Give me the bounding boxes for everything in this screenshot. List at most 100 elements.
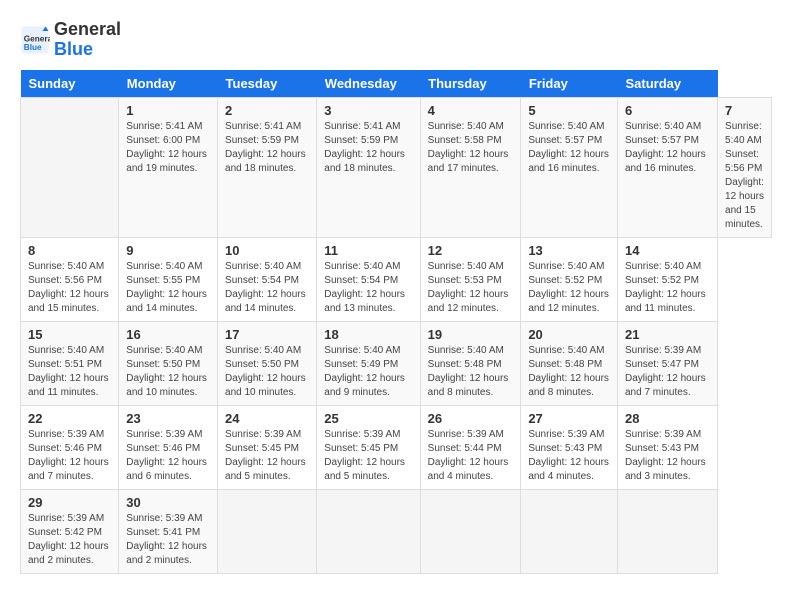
- calendar-week-row: 15 Sunrise: 5:40 AM Sunset: 5:51 PM Dayli…: [21, 321, 772, 405]
- calendar-cell: [521, 489, 618, 573]
- calendar-table: SundayMondayTuesdayWednesdayThursdayFrid…: [20, 70, 772, 574]
- day-number: 18: [324, 327, 412, 342]
- calendar-header-row: SundayMondayTuesdayWednesdayThursdayFrid…: [21, 70, 772, 98]
- day-number: 28: [625, 411, 710, 426]
- day-number: 23: [126, 411, 210, 426]
- day-number: 7: [725, 103, 764, 118]
- calendar-cell: 6Sunrise: 5:40 AM Sunset: 5:57 PM Daylig…: [618, 97, 718, 237]
- calendar-cell: 30 Sunrise: 5:39 AM Sunset: 5:41 PM Dayli…: [119, 489, 218, 573]
- weekday-header-sunday: Sunday: [21, 70, 119, 98]
- day-number: 1: [126, 103, 210, 118]
- calendar-week-row: 29 Sunrise: 5:39 AM Sunset: 5:42 PM Dayli…: [21, 489, 772, 573]
- svg-text:Blue: Blue: [24, 43, 42, 52]
- calendar-cell: 16Sunrise: 5:40 AM Sunset: 5:50 PM Dayli…: [119, 321, 218, 405]
- day-number: 19: [428, 327, 514, 342]
- day-number: 17: [225, 327, 309, 342]
- calendar-cell: 7 Sunrise: 5:40 AM Sunset: 5:56 PM Daylig…: [718, 97, 772, 237]
- day-info: Sunrise: 5:40 AM Sunset: 5:51 PM Dayligh…: [28, 344, 111, 400]
- calendar-cell: 2Sunrise: 5:41 AM Sunset: 5:59 PM Daylig…: [218, 97, 317, 237]
- calendar-cell: 17Sunrise: 5:40 AM Sunset: 5:50 PM Dayli…: [218, 321, 317, 405]
- calendar-cell: 19 Sunrise: 5:40 AM Sunset: 5:48 PM Dayli…: [420, 321, 521, 405]
- day-info: Sunrise: 5:40 AM Sunset: 5:52 PM Dayligh…: [625, 260, 710, 316]
- calendar-cell: 20 Sunrise: 5:40 AM Sunset: 5:48 PM Dayli…: [521, 321, 618, 405]
- day-number: 26: [428, 411, 514, 426]
- day-number: 5: [528, 103, 610, 118]
- weekday-header-tuesday: Tuesday: [218, 70, 317, 98]
- weekday-header-wednesday: Wednesday: [317, 70, 420, 98]
- calendar-cell: 15 Sunrise: 5:40 AM Sunset: 5:51 PM Dayli…: [21, 321, 119, 405]
- calendar-week-row: 8Sunrise: 5:40 AM Sunset: 5:56 PM Daylig…: [21, 237, 772, 321]
- weekday-header-monday: Monday: [119, 70, 218, 98]
- day-number: 27: [528, 411, 610, 426]
- calendar-cell: 29 Sunrise: 5:39 AM Sunset: 5:42 PM Dayli…: [21, 489, 119, 573]
- day-number: 13: [528, 243, 610, 258]
- day-info: Sunrise: 5:40 AM Sunset: 5:56 PM Dayligh…: [725, 120, 764, 232]
- day-number: 9: [126, 243, 210, 258]
- calendar-cell: 12Sunrise: 5:40 AM Sunset: 5:53 PM Dayli…: [420, 237, 521, 321]
- day-number: 10: [225, 243, 309, 258]
- calendar-cell: 13 Sunrise: 5:40 AM Sunset: 5:52 PM Dayli…: [521, 237, 618, 321]
- calendar-cell: 10 Sunrise: 5:40 AM Sunset: 5:54 PM Dayli…: [218, 237, 317, 321]
- day-number: 8: [28, 243, 111, 258]
- day-info: Sunrise: 5:40 AM Sunset: 5:54 PM Dayligh…: [324, 260, 412, 316]
- day-number: 21: [625, 327, 710, 342]
- calendar-cell: [420, 489, 521, 573]
- calendar-cell: 28 Sunrise: 5:39 AM Sunset: 5:43 PM Dayli…: [618, 405, 718, 489]
- calendar-cell: 8Sunrise: 5:40 AM Sunset: 5:56 PM Daylig…: [21, 237, 119, 321]
- day-number: 24: [225, 411, 309, 426]
- day-number: 16: [126, 327, 210, 342]
- calendar-cell: 4Sunrise: 5:40 AM Sunset: 5:58 PM Daylig…: [420, 97, 521, 237]
- day-info: Sunrise: 5:39 AM Sunset: 5:41 PM Dayligh…: [126, 512, 210, 568]
- calendar-cell: 3 Sunrise: 5:41 AM Sunset: 5:59 PM Daylig…: [317, 97, 420, 237]
- day-info: Sunrise: 5:40 AM Sunset: 5:54 PM Dayligh…: [225, 260, 309, 316]
- day-info: Sunrise: 5:40 AM Sunset: 5:48 PM Dayligh…: [528, 344, 610, 400]
- day-info: Sunrise: 5:39 AM Sunset: 5:46 PM Dayligh…: [28, 428, 111, 484]
- day-number: 11: [324, 243, 412, 258]
- day-info: Sunrise: 5:41 AM Sunset: 5:59 PM Dayligh…: [324, 120, 412, 176]
- page-header: General Blue General Blue: [20, 20, 772, 60]
- day-number: 15: [28, 327, 111, 342]
- calendar-cell: [317, 489, 420, 573]
- day-info: Sunrise: 5:39 AM Sunset: 5:44 PM Dayligh…: [428, 428, 514, 484]
- calendar-week-row: 1 Sunrise: 5:41 AM Sunset: 6:00 PM Daylig…: [21, 97, 772, 237]
- calendar-cell: [618, 489, 718, 573]
- day-number: 20: [528, 327, 610, 342]
- empty-cell: [21, 97, 119, 237]
- logo-text: General Blue: [54, 20, 121, 60]
- day-number: 29: [28, 495, 111, 510]
- day-number: 14: [625, 243, 710, 258]
- day-info: Sunrise: 5:40 AM Sunset: 5:53 PM Dayligh…: [428, 260, 514, 316]
- calendar-cell: 14 Sunrise: 5:40 AM Sunset: 5:52 PM Dayli…: [618, 237, 718, 321]
- day-number: 30: [126, 495, 210, 510]
- day-info: Sunrise: 5:40 AM Sunset: 5:49 PM Dayligh…: [324, 344, 412, 400]
- day-info: Sunrise: 5:39 AM Sunset: 5:47 PM Dayligh…: [625, 344, 710, 400]
- day-number: 22: [28, 411, 111, 426]
- day-number: 4: [428, 103, 514, 118]
- calendar-cell: 18 Sunrise: 5:40 AM Sunset: 5:49 PM Dayli…: [317, 321, 420, 405]
- day-number: 6: [625, 103, 710, 118]
- logo: General Blue General Blue: [20, 20, 121, 60]
- day-info: Sunrise: 5:40 AM Sunset: 5:55 PM Dayligh…: [126, 260, 210, 316]
- calendar-cell: 24 Sunrise: 5:39 AM Sunset: 5:45 PM Dayli…: [218, 405, 317, 489]
- calendar-cell: 11 Sunrise: 5:40 AM Sunset: 5:54 PM Dayli…: [317, 237, 420, 321]
- calendar-cell: 27 Sunrise: 5:39 AM Sunset: 5:43 PM Dayli…: [521, 405, 618, 489]
- calendar-cell: 26 Sunrise: 5:39 AM Sunset: 5:44 PM Dayli…: [420, 405, 521, 489]
- calendar-week-row: 22 Sunrise: 5:39 AM Sunset: 5:46 PM Dayli…: [21, 405, 772, 489]
- weekday-header-friday: Friday: [521, 70, 618, 98]
- calendar-cell: 1 Sunrise: 5:41 AM Sunset: 6:00 PM Daylig…: [119, 97, 218, 237]
- calendar-cell: 21 Sunrise: 5:39 AM Sunset: 5:47 PM Dayli…: [618, 321, 718, 405]
- day-info: Sunrise: 5:39 AM Sunset: 5:43 PM Dayligh…: [528, 428, 610, 484]
- day-info: Sunrise: 5:39 AM Sunset: 5:45 PM Dayligh…: [225, 428, 309, 484]
- weekday-header-thursday: Thursday: [420, 70, 521, 98]
- calendar-cell: 23Sunrise: 5:39 AM Sunset: 5:46 PM Dayli…: [119, 405, 218, 489]
- calendar-cell: [218, 489, 317, 573]
- day-info: Sunrise: 5:39 AM Sunset: 5:43 PM Dayligh…: [625, 428, 710, 484]
- calendar-cell: 9 Sunrise: 5:40 AM Sunset: 5:55 PM Daylig…: [119, 237, 218, 321]
- logo-icon: General Blue: [20, 25, 50, 55]
- day-number: 3: [324, 103, 412, 118]
- day-info: Sunrise: 5:39 AM Sunset: 5:42 PM Dayligh…: [28, 512, 111, 568]
- day-info: Sunrise: 5:40 AM Sunset: 5:52 PM Dayligh…: [528, 260, 610, 316]
- day-info: Sunrise: 5:40 AM Sunset: 5:48 PM Dayligh…: [428, 344, 514, 400]
- day-info: Sunrise: 5:40 AM Sunset: 5:57 PM Dayligh…: [528, 120, 610, 176]
- day-info: Sunrise: 5:41 AM Sunset: 6:00 PM Dayligh…: [126, 120, 210, 176]
